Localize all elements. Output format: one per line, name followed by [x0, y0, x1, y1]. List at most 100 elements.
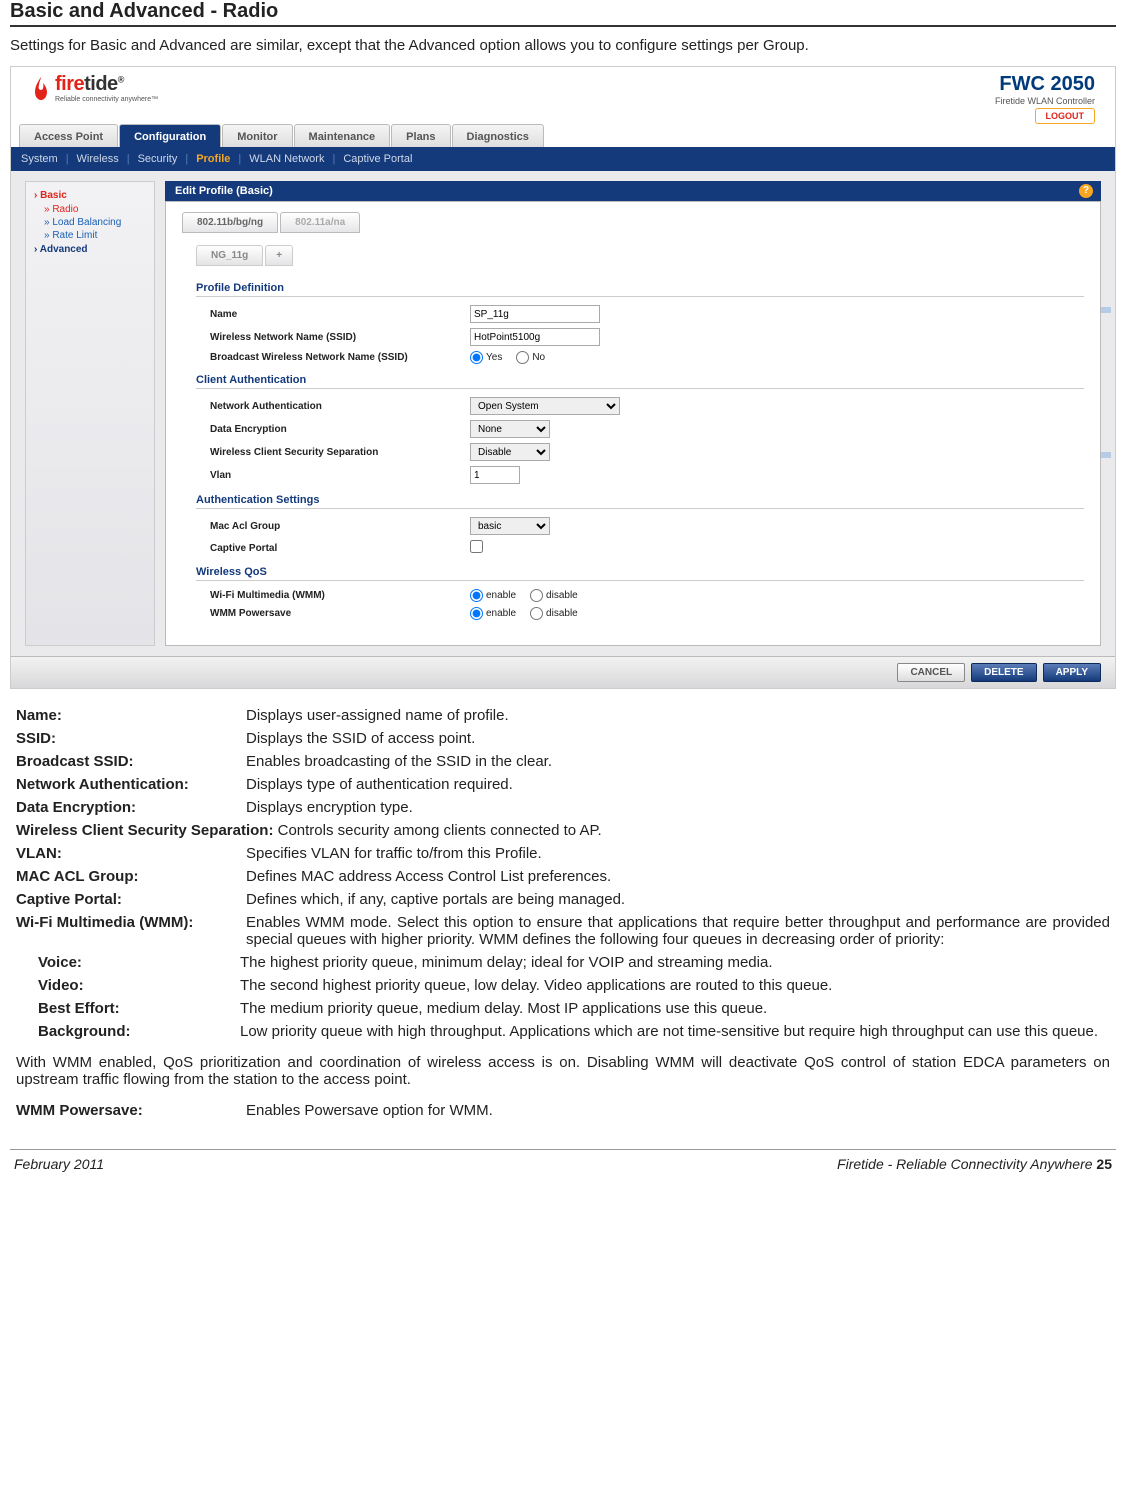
select-mac-acl[interactable]: basic: [470, 517, 550, 535]
def-row: Voice: The highest priority queue, minim…: [38, 954, 1110, 971]
label-sec-sep: Wireless Client Security Separation: [210, 447, 470, 458]
subnav-captive[interactable]: Captive Portal: [343, 153, 412, 165]
def-label: Captive Portal:: [16, 891, 246, 908]
def-row: Network Authentication:Displays type of …: [16, 776, 1110, 793]
def-text: Specifies VLAN for traffic to/from this …: [246, 845, 1110, 862]
def-row: Data Encryption:Displays encryption type…: [16, 799, 1110, 816]
def-text: Defines MAC address Access Control List …: [246, 868, 1110, 885]
subnav-system[interactable]: System: [21, 153, 58, 165]
radio-wmmps-disable[interactable]: disable: [530, 607, 578, 620]
sidebar-basic[interactable]: › Basic: [26, 188, 154, 203]
subnav-profile[interactable]: Profile: [196, 153, 230, 165]
section-client-auth: Client Authentication: [196, 374, 1084, 389]
def-text: Defines which, if any, captive portals a…: [246, 891, 1110, 908]
def-row: Wi-Fi Multimedia (WMM):Enables WMM mode.…: [16, 914, 1110, 948]
input-name[interactable]: [470, 305, 600, 323]
logo-fire: fire: [55, 73, 84, 95]
def-row: SSID:Displays the SSID of access point.: [16, 730, 1110, 747]
sidebar: › Basic » Radio » Load Balancing » Rate …: [25, 181, 155, 646]
checkbox-captive[interactable]: [470, 540, 483, 553]
def-text: Low priority queue with high throughput.…: [240, 1023, 1110, 1040]
def-text: Enables Powersave option for WMM.: [246, 1102, 1110, 1119]
tab-plans[interactable]: Plans: [391, 124, 450, 147]
radio-broadcast-yes[interactable]: Yes: [470, 351, 502, 364]
def-text: Displays type of authentication required…: [246, 776, 1110, 793]
cancel-button[interactable]: CANCEL: [897, 663, 965, 682]
def-label: Wireless Client Security Separation:: [16, 822, 273, 839]
logout-button[interactable]: LOGOUT: [1035, 108, 1096, 124]
input-ssid[interactable]: [470, 328, 600, 346]
def-label: Video:: [38, 977, 240, 994]
sidebar-advanced[interactable]: › Advanced: [26, 242, 154, 257]
def-text: Enables WMM mode. Select this option to …: [246, 914, 1110, 948]
def-text: Enables broadcasting of the SSID in the …: [246, 753, 1110, 770]
radio-wmm-enable[interactable]: enable: [470, 589, 516, 602]
def-label: Broadcast SSID:: [16, 753, 246, 770]
tab-maintenance[interactable]: Maintenance: [294, 124, 391, 147]
input-vlan[interactable]: [470, 466, 520, 484]
section-auth-settings: Authentication Settings: [196, 494, 1084, 509]
section-wireless-qos: Wireless QoS: [196, 566, 1084, 581]
sub-nav: System| Wireless| Security| Profile| WLA…: [11, 147, 1115, 171]
subnav-wireless[interactable]: Wireless: [77, 153, 119, 165]
top-tabs: Access Point Configuration Monitor Maint…: [11, 124, 1115, 147]
tab-configuration[interactable]: Configuration: [119, 124, 221, 147]
tab-monitor[interactable]: Monitor: [222, 124, 292, 147]
def-row: Broadcast SSID:Enables broadcasting of t…: [16, 753, 1110, 770]
app-screenshot: firetide® Reliable connectivity anywhere…: [10, 66, 1116, 689]
def-text: The medium priority queue, medium delay.…: [240, 1000, 1110, 1017]
label-mac-acl: Mac Acl Group: [210, 521, 470, 532]
def-row: VLAN:Specifies VLAN for traffic to/from …: [16, 845, 1110, 862]
def-row: Background:Low priority queue with high …: [38, 1023, 1110, 1040]
label-vlan: Vlan: [210, 470, 470, 481]
subnav-wlan[interactable]: WLAN Network: [249, 153, 324, 165]
select-data-enc[interactable]: None: [470, 420, 550, 438]
select-sec-sep[interactable]: Disable: [470, 443, 550, 461]
sidebar-load-balancing[interactable]: » Load Balancing: [26, 216, 154, 229]
footer-tagline: Firetide - Reliable Connectivity Anywher…: [837, 1156, 1096, 1172]
def-row: Wireless Client Security Separation: Con…: [16, 822, 1110, 839]
add-profile-tab[interactable]: +: [265, 245, 293, 266]
def-text: Controls security among clients connecte…: [278, 822, 602, 839]
def-label: Voice:: [38, 954, 240, 971]
tab-access-point[interactable]: Access Point: [19, 124, 118, 147]
band-tab-an[interactable]: 802.11a/na: [280, 212, 360, 233]
logo-tagline: Reliable connectivity anywhere™: [55, 96, 158, 103]
product-name: FWC 2050: [995, 73, 1095, 96]
label-net-auth: Network Authentication: [210, 401, 470, 412]
radio-wmmps-enable[interactable]: enable: [470, 607, 516, 620]
sidebar-rate-limit[interactable]: » Rate Limit: [26, 229, 154, 242]
def-text: Displays encryption type.: [246, 799, 1110, 816]
help-icon[interactable]: ?: [1079, 184, 1093, 198]
wmm-paragraph: With WMM enabled, QoS prioritization and…: [16, 1054, 1110, 1088]
def-label: Best Effort:: [38, 1000, 240, 1017]
def-row: WMM Powersave: Enables Powersave option …: [16, 1102, 1110, 1119]
radio-wmm-disable[interactable]: disable: [530, 589, 578, 602]
profile-tab[interactable]: NG_11g: [196, 245, 263, 266]
page-footer: February 2011 Firetide - Reliable Connec…: [10, 1149, 1116, 1172]
def-label: Background:: [38, 1023, 240, 1040]
scroll-marker: [1101, 452, 1111, 458]
sidebar-radio[interactable]: » Radio: [26, 203, 154, 216]
def-row: MAC ACL Group:Defines MAC address Access…: [16, 868, 1110, 885]
delete-button[interactable]: DELETE: [971, 663, 1036, 682]
def-label: SSID:: [16, 730, 246, 747]
tab-diagnostics[interactable]: Diagnostics: [452, 124, 544, 147]
intro-text: Settings for Basic and Advanced are simi…: [10, 37, 1116, 54]
label-ssid: Wireless Network Name (SSID): [210, 332, 470, 343]
apply-button[interactable]: APPLY: [1043, 663, 1101, 682]
def-label: Network Authentication:: [16, 776, 246, 793]
def-text: Displays the SSID of access point.: [246, 730, 1110, 747]
def-label: WMM Powersave:: [16, 1102, 246, 1119]
select-net-auth[interactable]: Open System: [470, 397, 620, 415]
radio-broadcast-no[interactable]: No: [516, 351, 545, 364]
def-row: Captive Portal:Defines which, if any, ca…: [16, 891, 1110, 908]
footer-date: February 2011: [14, 1156, 104, 1172]
def-text: The highest priority queue, minimum dela…: [240, 954, 1110, 971]
footer-page: 25: [1096, 1156, 1112, 1172]
panel-header: Edit Profile (Basic) ?: [165, 181, 1101, 201]
logo-tide: tide: [84, 73, 118, 95]
subnav-security[interactable]: Security: [138, 153, 178, 165]
band-tab-bgn[interactable]: 802.11b/bg/ng: [182, 212, 278, 233]
def-label: Wi-Fi Multimedia (WMM):: [16, 914, 246, 948]
